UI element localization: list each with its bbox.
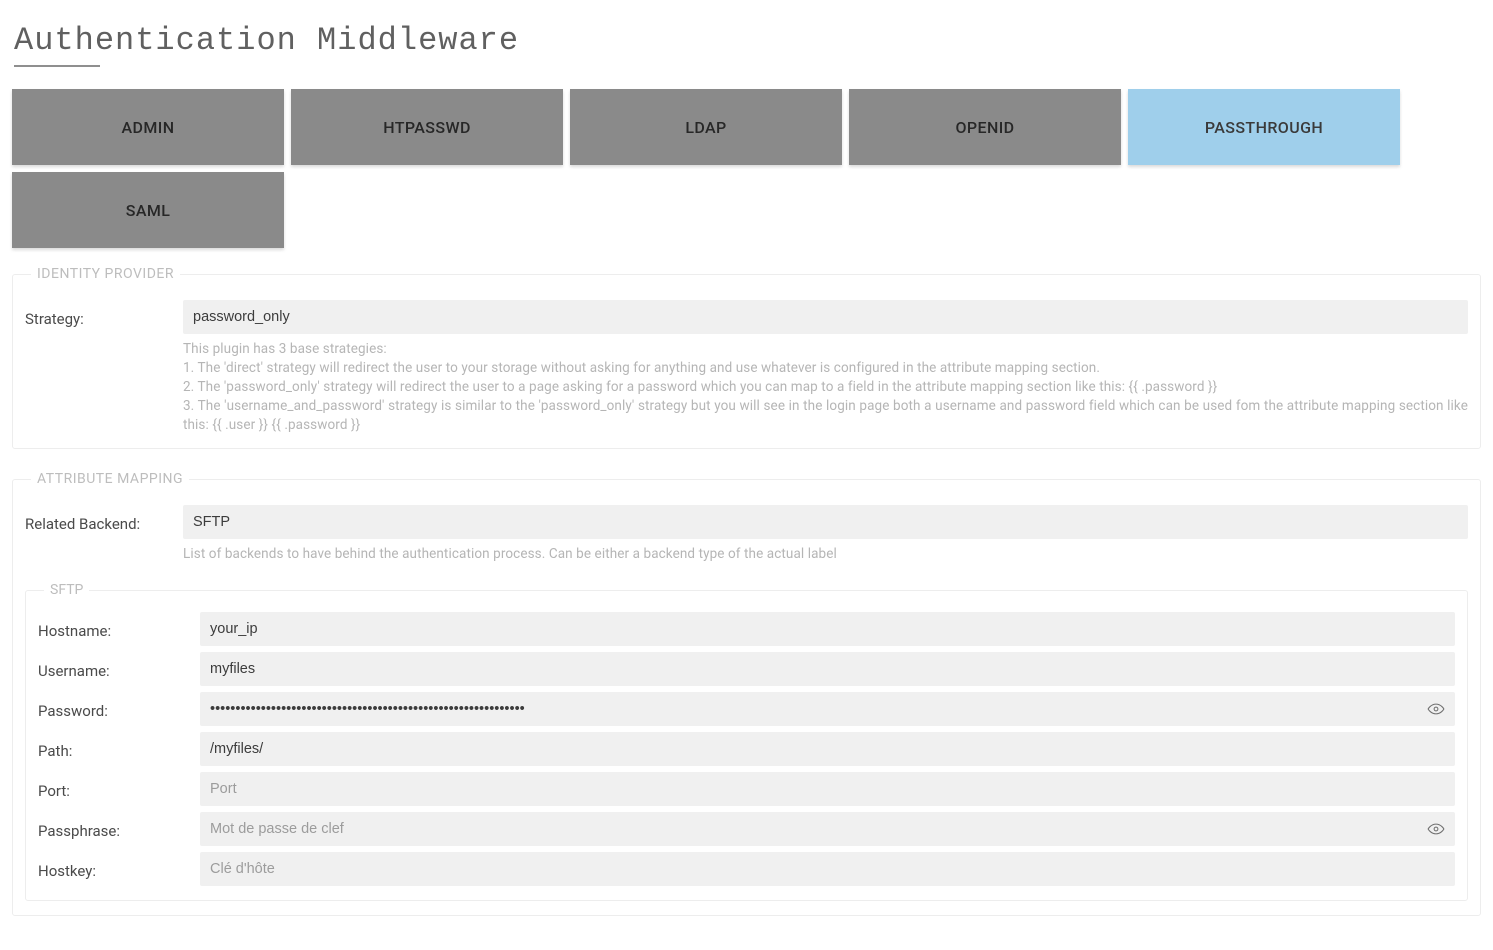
port-row: Port: [38,772,1455,806]
hostkey-row: Hostkey: [38,852,1455,886]
tab-htpasswd[interactable]: HTPASSWD [291,89,563,165]
hostname-label: Hostname: [38,618,200,640]
passphrase-row: Passphrase: [38,812,1455,846]
strategy-row: Strategy: [25,300,1468,334]
password-label: Password: [38,698,200,720]
title-underline [14,65,100,67]
sftp-legend: SFTP [44,582,89,598]
path-row: Path: [38,732,1455,766]
eye-icon[interactable] [1425,698,1447,720]
username-row: Username: [38,652,1455,686]
identity-provider-help: This plugin has 3 base strategies: 1. Th… [183,340,1468,434]
page-title: Authentication Middleware [14,22,1481,59]
username-label: Username: [38,658,200,680]
eye-icon[interactable] [1425,818,1447,840]
strategy-label: Strategy: [25,306,183,328]
hostname-row: Hostname: [38,612,1455,646]
path-label: Path: [38,738,200,760]
hostkey-label: Hostkey: [38,858,200,880]
related-backend-row: Related Backend: [25,505,1468,539]
tab-admin[interactable]: ADMIN [12,89,284,165]
tab-passthrough[interactable]: PASSTHROUGH [1128,89,1400,165]
tab-openid[interactable]: OPENID [849,89,1121,165]
tab-ldap[interactable]: LDAP [570,89,842,165]
related-backend-input[interactable] [183,505,1468,539]
related-backend-label: Related Backend: [25,511,183,533]
sftp-section: SFTP Hostname: Username: Password: Path [25,582,1468,901]
passphrase-label: Passphrase: [38,818,200,840]
identity-provider-section: IDENTITY PROVIDER Strategy: This plugin … [12,266,1481,449]
port-input[interactable] [200,772,1455,806]
hostkey-input[interactable] [200,852,1455,886]
identity-provider-legend: IDENTITY PROVIDER [31,266,180,282]
strategy-input[interactable] [183,300,1468,334]
passphrase-input[interactable] [200,812,1455,846]
password-row: Password: [38,692,1455,726]
tab-saml[interactable]: SAML [12,172,284,248]
username-input[interactable] [200,652,1455,686]
hostname-input[interactable] [200,612,1455,646]
port-label: Port: [38,778,200,800]
attribute-mapping-legend: ATTRIBUTE MAPPING [31,471,189,487]
tabs: ADMIN HTPASSWD LDAP OPENID PASSTHROUGH S… [12,89,1481,248]
attribute-mapping-section: ATTRIBUTE MAPPING Related Backend: List … [12,471,1481,916]
path-input[interactable] [200,732,1455,766]
attribute-mapping-help: List of backends to have behind the auth… [183,545,1468,564]
password-input[interactable] [200,692,1455,726]
